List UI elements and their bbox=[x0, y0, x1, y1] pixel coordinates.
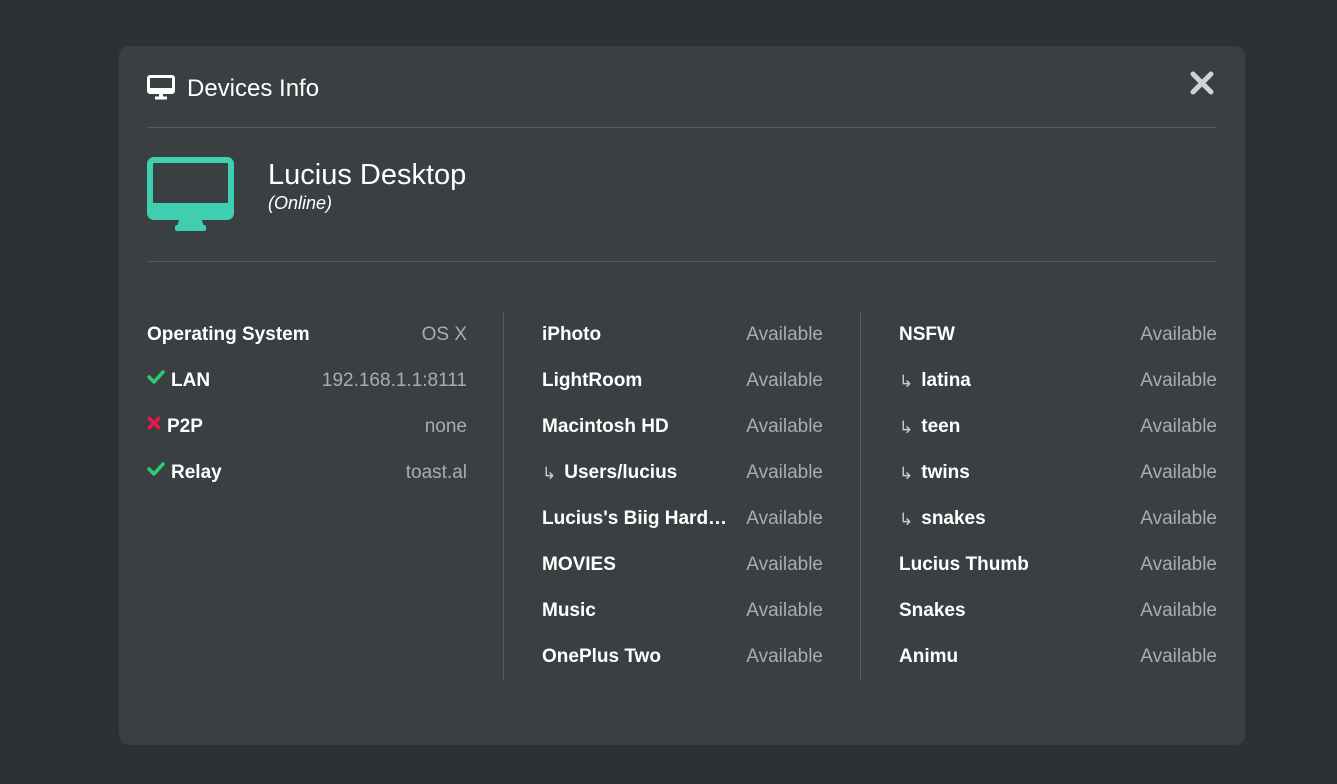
drive-status: Available bbox=[1140, 462, 1217, 483]
drive-label-wrap: ↳ latina bbox=[899, 358, 971, 404]
list-item[interactable]: ↳ snakes Available bbox=[899, 496, 1217, 542]
drive-status: Available bbox=[1140, 600, 1217, 621]
info-row-os: Operating System OS X bbox=[147, 312, 467, 358]
device-summary: Lucius Desktop (Online) bbox=[147, 128, 1217, 262]
drive-label: Lucius's Biig Hard… bbox=[542, 508, 728, 529]
list-item[interactable]: MOVIES Available bbox=[542, 542, 823, 588]
modal-title: Devices Info bbox=[187, 75, 320, 102]
info-label: Operating System bbox=[147, 324, 310, 345]
device-name: Lucius Desktop bbox=[268, 159, 467, 191]
drive-label-wrap: ↳ teen bbox=[899, 404, 960, 450]
list-item[interactable]: Lucius's Biig Hard… Available bbox=[542, 496, 823, 542]
info-value: none bbox=[424, 416, 467, 437]
devices-info-modal: Devices Info Lucius Desktop (Online) Ope… bbox=[119, 46, 1245, 745]
drive-label: NSFW bbox=[899, 324, 955, 345]
drive-label: Animu bbox=[899, 646, 959, 667]
modal-header: Devices Info bbox=[147, 46, 1217, 128]
monitor-icon bbox=[147, 75, 175, 101]
list-item[interactable]: Snakes Available bbox=[899, 588, 1217, 634]
list-item[interactable]: ↳ latina Available bbox=[899, 358, 1217, 404]
list-item[interactable]: iPhoto Available bbox=[542, 312, 823, 358]
drive-status: Available bbox=[1140, 324, 1217, 345]
drives-list-left: iPhoto Available LightRoom Available Mac… bbox=[542, 312, 823, 680]
drive-status: Available bbox=[746, 416, 823, 437]
drive-status: Available bbox=[1140, 554, 1217, 575]
column-divider bbox=[503, 312, 504, 680]
list-item[interactable]: OnePlus Two Available bbox=[542, 634, 823, 680]
column-divider bbox=[860, 312, 861, 680]
drive-label: Users/lucius bbox=[564, 462, 678, 483]
drive-label-wrap: ↳ snakes bbox=[899, 496, 986, 542]
list-item[interactable]: NSFW Available bbox=[899, 312, 1217, 358]
list-item[interactable]: ↳ twins Available bbox=[899, 450, 1217, 496]
cross-icon bbox=[147, 404, 161, 448]
info-row-p2p: P2P none bbox=[147, 404, 467, 450]
info-label: LAN bbox=[171, 370, 211, 391]
check-icon bbox=[147, 450, 165, 494]
list-item[interactable]: Macintosh HD Available bbox=[542, 404, 823, 450]
drive-label: teen bbox=[921, 416, 961, 437]
close-button[interactable] bbox=[1189, 70, 1215, 96]
list-item[interactable]: Music Available bbox=[542, 588, 823, 634]
info-label-wrap: Relay bbox=[147, 450, 222, 496]
info-label: P2P bbox=[167, 416, 203, 437]
drive-label: Music bbox=[542, 600, 596, 621]
drive-label: OnePlus Two bbox=[542, 646, 661, 667]
desktop-monitor-icon bbox=[147, 157, 234, 233]
list-item[interactable]: Lucius Thumb Available bbox=[899, 542, 1217, 588]
info-value: 192.168.1.1:8111 bbox=[321, 370, 467, 391]
list-item[interactable]: LightRoom Available bbox=[542, 358, 823, 404]
drive-label: iPhoto bbox=[542, 324, 602, 345]
drive-status: Available bbox=[1140, 416, 1217, 437]
sub-folder-arrow-icon: ↳ bbox=[542, 464, 557, 483]
sub-folder-arrow-icon: ↳ bbox=[899, 372, 914, 391]
info-label-wrap: P2P bbox=[147, 404, 203, 450]
drive-status: Available bbox=[1140, 370, 1217, 391]
drive-label-wrap: ↳ Users/lucius bbox=[542, 450, 677, 496]
list-item[interactable]: ↳ Users/lucius Available bbox=[542, 450, 823, 496]
drive-label: MOVIES bbox=[542, 554, 616, 575]
drive-status: Available bbox=[746, 324, 823, 345]
drive-status: Available bbox=[1140, 508, 1217, 529]
drive-status: Available bbox=[746, 370, 823, 391]
drive-label: Lucius Thumb bbox=[899, 554, 1029, 575]
drive-status: Available bbox=[746, 462, 823, 483]
info-value: OS X bbox=[421, 324, 467, 345]
drive-status: Available bbox=[1140, 646, 1217, 667]
sub-folder-arrow-icon: ↳ bbox=[899, 418, 914, 437]
info-label: Relay bbox=[171, 462, 222, 483]
drive-status: Available bbox=[746, 646, 823, 667]
drive-status: Available bbox=[746, 554, 823, 575]
drive-label-wrap: ↳ twins bbox=[899, 450, 970, 496]
drive-label: latina bbox=[921, 370, 971, 391]
drive-status: Available bbox=[746, 508, 823, 529]
check-icon bbox=[147, 358, 165, 402]
info-label-wrap: LAN bbox=[147, 358, 210, 404]
sub-folder-arrow-icon: ↳ bbox=[899, 464, 914, 483]
list-item[interactable]: Animu Available bbox=[899, 634, 1217, 680]
info-row-relay: Relay toast.al bbox=[147, 450, 467, 496]
close-icon[interactable] bbox=[1189, 70, 1215, 96]
drives-list-right: NSFW Available ↳ latina Available ↳ teen A… bbox=[899, 312, 1217, 680]
drive-label: Macintosh HD bbox=[542, 416, 669, 437]
sub-folder-arrow-icon: ↳ bbox=[899, 510, 914, 529]
drive-label: twins bbox=[921, 462, 970, 483]
info-value: toast.al bbox=[405, 462, 467, 483]
info-row-lan: LAN 192.168.1.1:8111 bbox=[147, 358, 467, 404]
drive-status: Available bbox=[746, 600, 823, 621]
drive-label: LightRoom bbox=[542, 370, 643, 391]
drive-label: Snakes bbox=[899, 600, 966, 621]
list-item[interactable]: ↳ teen Available bbox=[899, 404, 1217, 450]
drive-label: snakes bbox=[921, 508, 986, 529]
device-status: (Online) bbox=[268, 193, 333, 213]
connection-info-list: Operating System OS X LAN 192.168.1.1:81… bbox=[147, 312, 467, 680]
